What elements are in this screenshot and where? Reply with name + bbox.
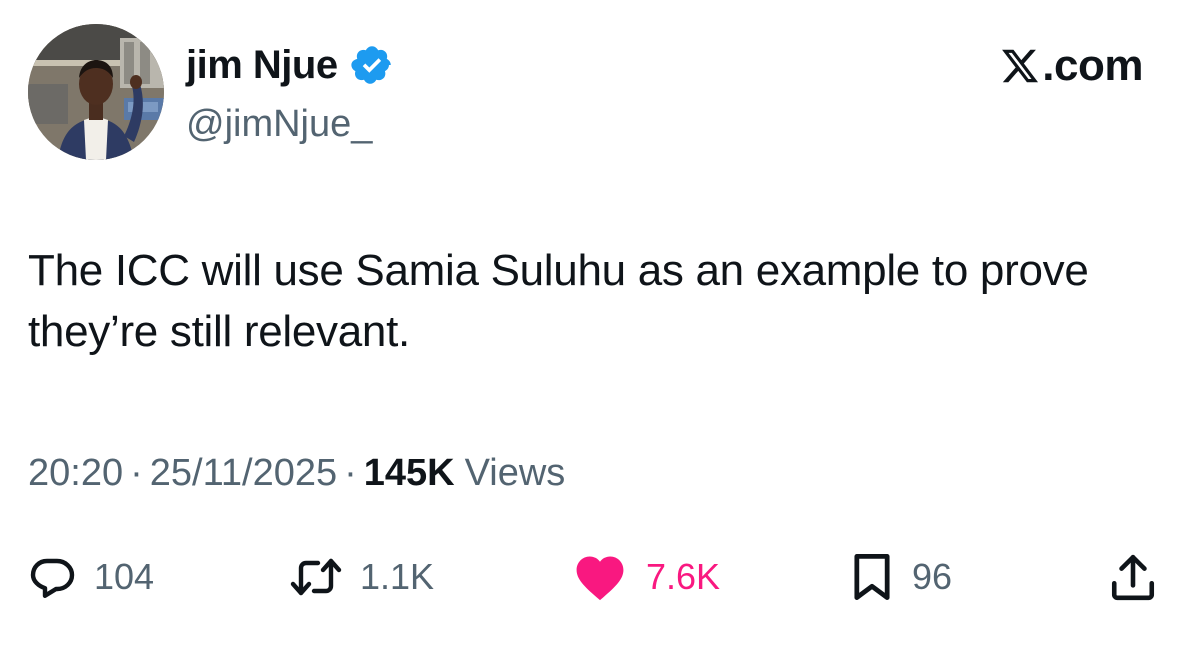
avatar-photo bbox=[28, 24, 164, 160]
repost-button[interactable]: 1.1K bbox=[290, 545, 434, 609]
tweet-time[interactable]: 20:20 bbox=[28, 452, 123, 495]
share-icon bbox=[1111, 554, 1155, 601]
views-label: Views bbox=[464, 452, 566, 494]
x-logo-icon bbox=[999, 46, 1041, 86]
repost-icon bbox=[290, 558, 342, 596]
bookmark-count: 96 bbox=[912, 556, 953, 597]
avatar[interactable] bbox=[28, 24, 164, 160]
tweet-date[interactable]: 25/11/2025 bbox=[150, 452, 337, 495]
reply-count: 104 bbox=[94, 556, 155, 597]
bookmark-button[interactable]: 96 bbox=[850, 545, 952, 609]
x-com-logo: .com bbox=[999, 40, 1143, 92]
tweet-meta: 20:20 · 25/11/2025 · 145K Views bbox=[28, 452, 565, 495]
tweet-text: The ICC will use Samia Suluhu as an exam… bbox=[28, 246, 1089, 356]
meta-separator: · bbox=[344, 452, 357, 494]
like-count: 7.6K bbox=[646, 556, 721, 597]
author-display-name[interactable]: jim Njue bbox=[186, 43, 338, 88]
like-button[interactable]: 7.6K bbox=[572, 545, 720, 609]
tweet-actions: 104 1.1K 7.6K 96 bbox=[0, 545, 1199, 609]
x-logo-text: .com bbox=[1042, 41, 1143, 90]
heart-icon bbox=[576, 556, 624, 601]
share-button[interactable] bbox=[1110, 545, 1156, 609]
views-count: 145K bbox=[363, 452, 455, 494]
author-name-row: jim Njue bbox=[186, 40, 394, 90]
repost-count: 1.1K bbox=[360, 556, 435, 597]
author-handle[interactable]: @jimNjue_ bbox=[186, 103, 372, 146]
bookmark-icon bbox=[854, 554, 890, 600]
reply-button[interactable]: 104 bbox=[28, 545, 154, 609]
verified-badge-icon[interactable] bbox=[350, 43, 394, 87]
meta-separator: · bbox=[130, 452, 143, 494]
reply-icon bbox=[30, 558, 75, 598]
